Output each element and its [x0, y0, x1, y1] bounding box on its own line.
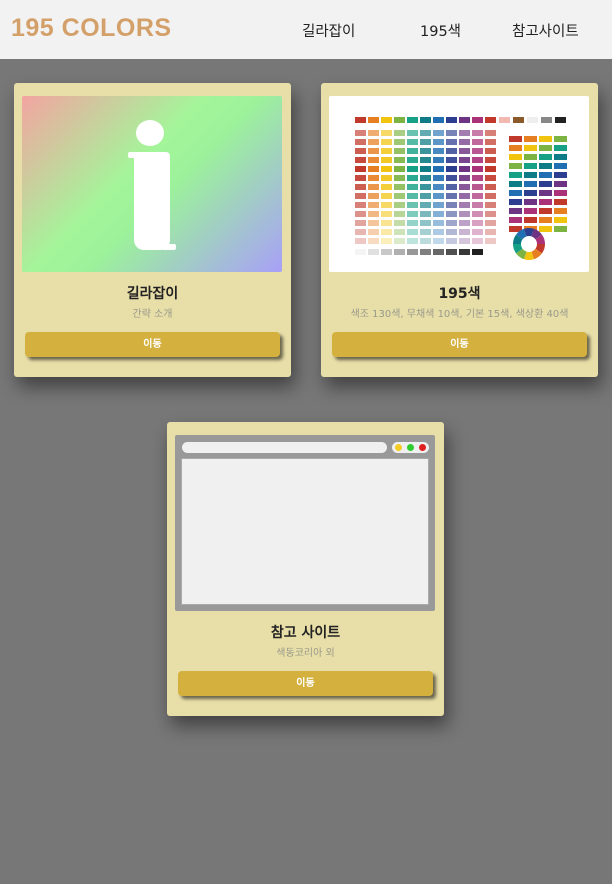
- card-thumbnail: [22, 96, 282, 272]
- card-title: 참고 사이트: [270, 625, 341, 641]
- card-description: 간략 소개: [132, 309, 173, 320]
- nav-link-reference-sites[interactable]: 참고사이트: [512, 20, 579, 41]
- card-description: 색동코리아 외: [276, 648, 335, 659]
- top-bar: 195 COLORS 길라잡이 195색 참고사이트: [0, 0, 612, 59]
- go-button[interactable]: 이동: [178, 671, 433, 696]
- address-bar: [182, 442, 387, 453]
- browser-window-icon: [181, 458, 429, 605]
- card-reference-sites: 참고 사이트 색동코리아 외 이동: [167, 422, 444, 716]
- nav-link-195-colors[interactable]: 195색: [420, 20, 461, 41]
- go-button[interactable]: 이동: [332, 332, 587, 357]
- card-guide: 길라잡이 간략 소개 이동: [14, 83, 291, 377]
- card-thumbnail: [329, 96, 589, 272]
- go-button[interactable]: 이동: [25, 332, 280, 357]
- logo[interactable]: 195 COLORS: [11, 14, 172, 43]
- card-195-colors: 195색 색조 130색, 무채색 10색, 기본 15색, 색상환 40색 이…: [321, 83, 598, 377]
- card-description: 색조 130색, 무채색 10색, 기본 15색, 색상환 40색: [350, 309, 569, 320]
- card-title: 195색: [438, 286, 481, 302]
- info-icon: [128, 120, 176, 250]
- card-thumbnail: [175, 435, 435, 611]
- window-controls: [392, 442, 429, 453]
- card-title: 길라잡이: [126, 286, 179, 302]
- color-chart-icon: [355, 117, 567, 260]
- nav-link-guide[interactable]: 길라잡이: [302, 20, 355, 41]
